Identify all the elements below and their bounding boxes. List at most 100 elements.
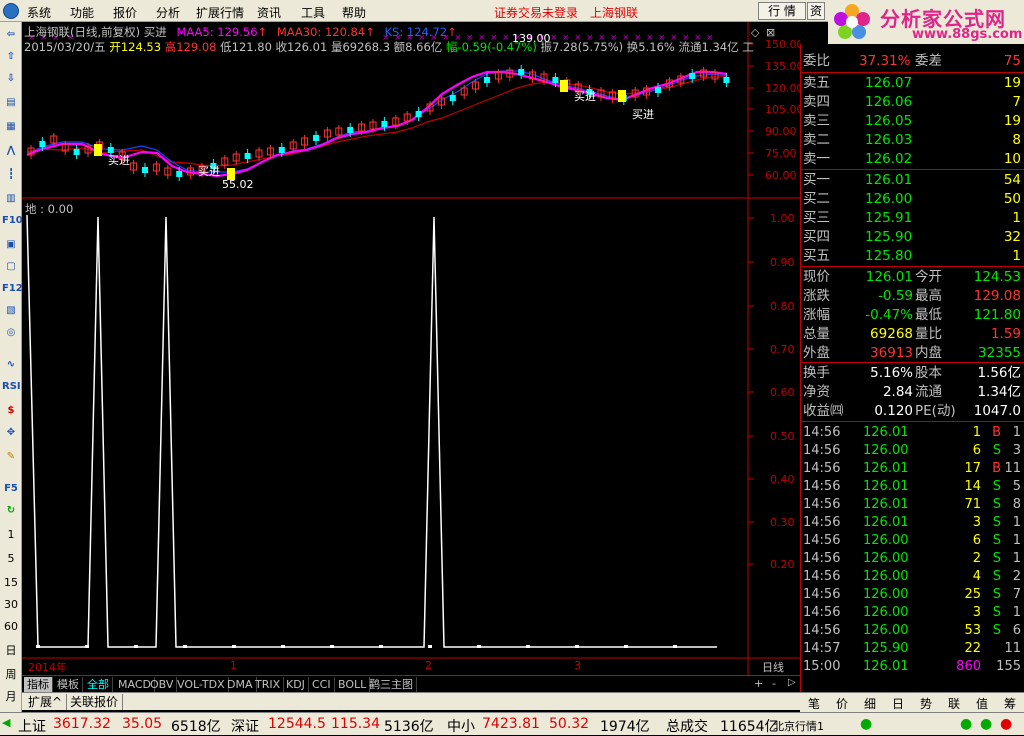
period-1min[interactable]: 1: [0, 528, 22, 541]
kline-svg[interactable]: 150.00135.00120.00105.0090.0075.0060.00 …: [22, 22, 800, 675]
sh-value: 3617.32: [53, 716, 111, 732]
app-logo-icon[interactable]: [3, 3, 19, 19]
tick-price: 126.01: [863, 425, 909, 440]
buy-level-row[interactable]: 买二 126.00 50: [801, 190, 1024, 209]
sell-level-row[interactable]: 卖二 126.03 8: [801, 131, 1024, 150]
tab-related[interactable]: 联: [940, 695, 968, 712]
tab-value[interactable]: 值: [968, 695, 996, 712]
f10-icon[interactable]: F10: [2, 212, 23, 230]
f12-icon[interactable]: F12: [2, 280, 23, 298]
tab-boll[interactable]: BOLL: [335, 677, 371, 692]
line-chart-icon[interactable]: ⋀: [2, 142, 20, 160]
stats-icon[interactable]: ▧: [2, 302, 20, 320]
sell-level-row[interactable]: 卖三 126.05 19: [801, 112, 1024, 131]
trend-icon[interactable]: ∿: [2, 356, 20, 374]
tab-all[interactable]: 全部: [84, 677, 113, 692]
ind-axis-label: 0.20: [770, 558, 795, 571]
tab-related-quote[interactable]: 关联报价: [66, 694, 124, 710]
chart-close-icon[interactable]: ⊠: [766, 26, 775, 39]
buy-level-row[interactable]: 买一 126.01 54: [801, 171, 1024, 190]
up-arrow-icon[interactable]: ⇧: [2, 48, 20, 66]
menu-extended-quote[interactable]: 扩展行情: [196, 4, 244, 21]
period-label[interactable]: 日线: [762, 659, 784, 675]
status-arrow-icon[interactable]: ◀: [2, 716, 10, 729]
f5-icon[interactable]: F5: [2, 480, 20, 498]
move-icon[interactable]: ✥: [2, 424, 20, 442]
zoom-in-button[interactable]: +: [754, 677, 763, 690]
buy-level-row[interactable]: 买四 125.90 32: [801, 228, 1024, 247]
menu-function[interactable]: 功能: [70, 4, 94, 21]
report-icon[interactable]: ▤: [2, 94, 20, 112]
tab-price[interactable]: 价: [828, 695, 856, 712]
tab-template[interactable]: 模板: [54, 677, 83, 692]
total-value: 11654亿: [720, 719, 779, 735]
tab-trend[interactable]: 势: [912, 695, 940, 712]
tab-daily[interactable]: 日: [884, 695, 912, 712]
chart-diamond-icon[interactable]: ◇: [751, 26, 759, 39]
menu-system[interactable]: 系统: [27, 4, 51, 21]
order-price: 125.80: [865, 248, 913, 264]
buy-level-row[interactable]: 买三 125.91 1: [801, 209, 1024, 228]
period-day[interactable]: 日: [0, 642, 22, 658]
tab-cci[interactable]: CCI: [309, 677, 335, 692]
order-level-label: 卖三: [803, 113, 830, 129]
bar-info-row: 2015/03/20/五 开124.53 高129.08 低121.80 收12…: [24, 39, 754, 55]
tab-trix[interactable]: TRIX: [252, 677, 285, 692]
scroll-right-icon[interactable]: ▷: [788, 677, 796, 688]
sell-level-row[interactable]: 卖五 126.07 19: [801, 74, 1024, 93]
zoom-out-button[interactable]: -: [772, 677, 776, 690]
tab-chips[interactable]: 筹: [996, 695, 1024, 712]
tray-icon-1[interactable]: ●: [960, 716, 972, 732]
tray-icon-2[interactable]: ●: [980, 716, 992, 732]
menu-quote[interactable]: 报价: [113, 4, 137, 21]
menu-news[interactable]: 资讯: [257, 4, 281, 21]
menu-tools[interactable]: 工具: [301, 4, 325, 21]
sell-level-row[interactable]: 卖一 126.02 10: [801, 150, 1024, 169]
tab-indicator[interactable]: 指标: [24, 677, 53, 692]
chart-area[interactable]: 150.00 135.00 120.00 105.00 90.00 75.00 60.00 …: [22, 22, 800, 675]
login-warning[interactable]: 证券交易未登录: [494, 4, 578, 21]
circle-icon[interactable]: ◎: [2, 324, 20, 342]
tick-time: 14:56: [803, 497, 841, 512]
dollar-icon[interactable]: $: [2, 402, 20, 420]
tab-kdj[interactable]: KDJ: [283, 677, 309, 692]
sh-label[interactable]: 上证: [18, 716, 46, 736]
tab-ticks[interactable]: 笔: [800, 695, 828, 712]
period-week[interactable]: 周: [0, 666, 22, 682]
bar-icon[interactable]: ▥: [2, 190, 20, 208]
tab-vol-tdx[interactable]: VOL-TDX: [174, 677, 229, 692]
tick-price: 126.01: [863, 479, 909, 494]
refresh-icon[interactable]: ↻: [2, 502, 20, 520]
tray-icon-3[interactable]: ●: [1000, 716, 1012, 732]
period-60min[interactable]: 60: [0, 620, 22, 633]
tab-extend[interactable]: 扩展^: [24, 694, 68, 710]
stat-label: 今开: [915, 269, 942, 285]
grid-icon[interactable]: ▦: [2, 118, 20, 136]
menu-help[interactable]: 帮助: [342, 4, 366, 21]
pencil-icon[interactable]: ✎: [2, 448, 20, 466]
down-arrow-icon[interactable]: ⇩: [2, 70, 20, 88]
zx-label[interactable]: 中小: [447, 716, 475, 736]
sz-label[interactable]: 深证: [231, 716, 259, 736]
kline-icon[interactable]: ┇: [2, 166, 20, 184]
tab-detail[interactable]: 细: [856, 695, 884, 712]
sell-level-row[interactable]: 卖四 126.06 7: [801, 93, 1024, 112]
news-mode-button[interactable]: 资: [807, 2, 825, 20]
tick-count: 5: [1012, 479, 1021, 494]
tick-time: 14:56: [803, 605, 841, 620]
period-15min[interactable]: 15: [0, 576, 22, 589]
quote-mode-button[interactable]: 行 情: [758, 2, 806, 20]
info-icon[interactable]: ▣: [2, 236, 20, 254]
page-icon[interactable]: ▢: [2, 258, 20, 276]
tab-main-chart[interactable]: 鹳三主图: [366, 677, 417, 692]
menu-analysis[interactable]: 分析: [156, 4, 180, 21]
rsi-icon[interactable]: RSI: [2, 378, 21, 396]
period-month[interactable]: 月: [0, 688, 22, 704]
tick-price: 126.00: [863, 605, 909, 620]
tab-obv[interactable]: OBV: [147, 677, 178, 692]
period-30min[interactable]: 30: [0, 598, 22, 611]
back-arrow-icon[interactable]: ⇦: [2, 26, 20, 44]
buy-level-row[interactable]: 买五 125.80 1: [801, 247, 1024, 266]
period-5min[interactable]: 5: [0, 552, 22, 565]
feed-label[interactable]: 北京行情1: [773, 718, 824, 734]
